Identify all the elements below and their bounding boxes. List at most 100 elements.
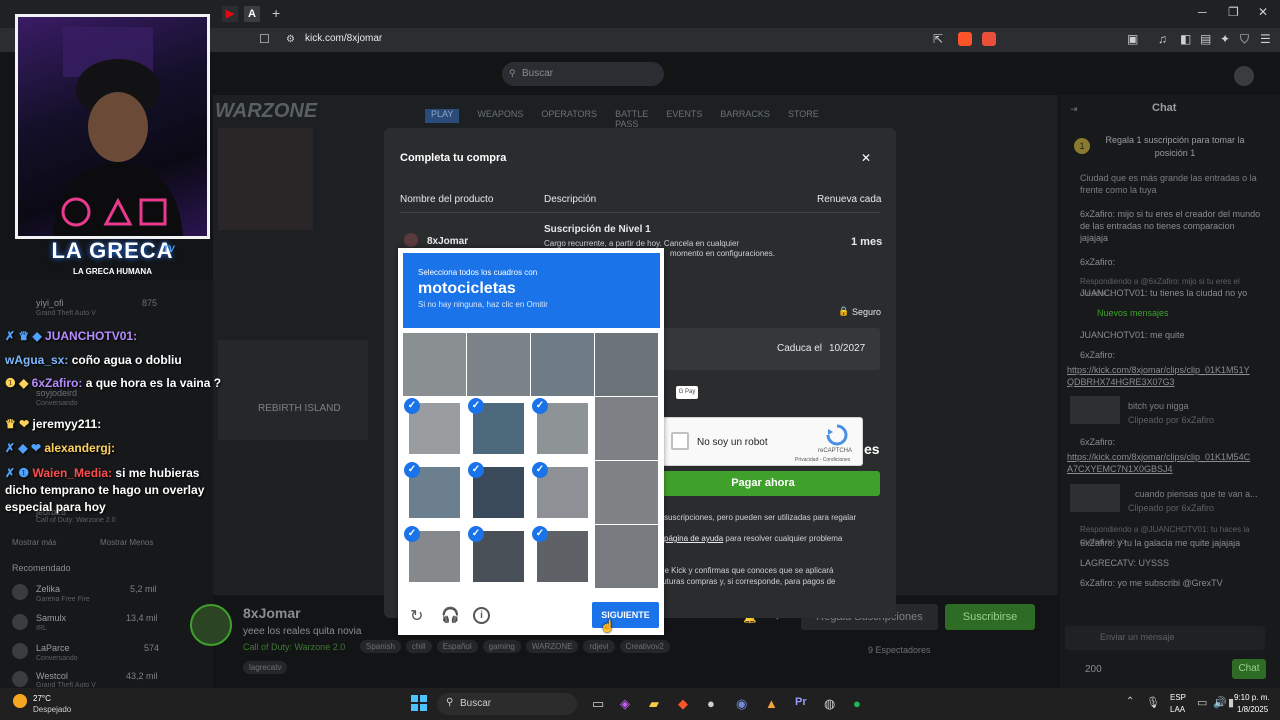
subscription-name: Suscripción de Nivel 1 xyxy=(544,224,651,235)
close-window-button[interactable]: ✕ xyxy=(1258,5,1268,19)
tray-chevron-icon[interactable]: ⌃ xyxy=(1126,696,1134,707)
stream-tag[interactable]: Creativov2 xyxy=(619,640,670,653)
windows-start-icon[interactable] xyxy=(411,695,427,711)
captcha-tile[interactable] xyxy=(595,397,658,460)
site-info-icon[interactable]: ⚙ xyxy=(286,34,295,45)
clock-date[interactable]: 1/8/2025 xyxy=(1237,705,1268,714)
file-explorer-icon[interactable]: ▰ xyxy=(649,696,659,712)
captcha-tile[interactable] xyxy=(595,525,658,588)
pay-now-button[interactable]: Pagar ahora xyxy=(646,471,880,496)
tab-favicon-active[interactable]: A xyxy=(244,6,260,22)
recaptcha-checkbox[interactable] xyxy=(671,432,689,450)
network-icon[interactable]: ▭ xyxy=(1197,696,1207,709)
stream-tag[interactable]: chill xyxy=(405,640,432,653)
minimize-button[interactable]: ─ xyxy=(1198,5,1207,19)
weather-icon[interactable] xyxy=(13,694,27,708)
streamer-avatar[interactable] xyxy=(190,604,232,646)
kick-search-input[interactable]: Buscar xyxy=(502,62,664,86)
card-expiry-value: 10/2027 xyxy=(829,343,866,354)
task-view-icon[interactable]: ▭ xyxy=(592,696,604,712)
card-expiry-label: Caduca el xyxy=(777,343,823,354)
share-icon[interactable]: ⇱ xyxy=(933,32,943,46)
github-icon[interactable]: ● xyxy=(707,696,715,711)
new-tab-button[interactable]: + xyxy=(272,5,280,21)
stream-tag[interactable]: lagrecatv xyxy=(243,661,288,674)
leo-ai-icon[interactable]: ✦ xyxy=(1220,32,1230,46)
keyboard-layout[interactable]: LAA xyxy=(1170,705,1185,714)
stream-category[interactable]: Call of Duty: Warzone 2.0 xyxy=(243,642,345,652)
avatar[interactable] xyxy=(12,643,28,659)
stream-tag[interactable]: Español xyxy=(436,640,478,653)
captcha-tile[interactable] xyxy=(595,461,658,524)
premiere-icon[interactable]: Pr xyxy=(795,696,807,708)
taskbar-search[interactable] xyxy=(437,693,577,715)
volume-icon[interactable]: 🔊 xyxy=(1213,696,1227,709)
avatar[interactable] xyxy=(12,584,28,600)
music-icon[interactable]: ♫ xyxy=(1158,32,1167,46)
google-pay-icon[interactable]: G Pay xyxy=(676,386,698,399)
reload-icon[interactable]: ↻ xyxy=(410,606,423,626)
stream-tag[interactable]: WARZONE xyxy=(525,640,579,653)
info-icon[interactable]: i xyxy=(473,607,490,624)
chat-clip-link[interactable]: https://kick.com/8xjomar/clips/clip_01K1… xyxy=(1067,451,1252,475)
recaptcha-links[interactable]: Privacidad - Condiciones xyxy=(795,457,850,463)
avatar[interactable] xyxy=(12,614,28,630)
stream-tag[interactable]: gaming xyxy=(482,640,521,653)
captcha-tile[interactable] xyxy=(403,333,466,396)
stream-tag[interactable]: rdjevi xyxy=(583,640,615,653)
weather-temp: 27°C xyxy=(33,694,51,703)
language-code[interactable]: ESP xyxy=(1170,693,1186,702)
help-page-link[interactable]: página de ayuda xyxy=(664,534,723,543)
subscribe-button[interactable]: Suscribirse xyxy=(945,604,1035,630)
chat-clip-link[interactable]: https://kick.com/8xjomar/clips/clip_01K1… xyxy=(1067,364,1252,388)
chat-send-button[interactable]: Chat xyxy=(1232,659,1266,679)
captcha-tile[interactable] xyxy=(595,333,658,396)
rec-channel-name[interactable]: Westcol xyxy=(36,671,68,681)
steam-icon[interactable]: ◍ xyxy=(824,696,835,712)
rec-channel-name[interactable]: Samulx xyxy=(36,613,66,623)
sidebar-icon[interactable]: ◧ xyxy=(1180,32,1191,46)
channel-points[interactable]: 200 xyxy=(1085,664,1102,675)
bookmark-icon[interactable]: ☐ xyxy=(259,32,270,46)
collapse-chat-icon[interactable]: ⇥ xyxy=(1070,104,1078,115)
terms-text: futuras compras y, si corresponde, para … xyxy=(660,577,836,586)
tile-selected-check-icon: ✓ xyxy=(404,462,420,478)
sidebar-channel-category: Grand Theft Auto V xyxy=(36,310,96,317)
show-more-link[interactable]: Mostrar más xyxy=(12,538,56,547)
audio-icon[interactable]: 🎧 xyxy=(441,606,460,624)
captcha-tile[interactable] xyxy=(467,333,530,396)
streamer-name[interactable]: 8xJomar xyxy=(243,605,301,621)
show-less-link[interactable]: Mostrar Menos xyxy=(100,538,153,547)
screenshot-icon[interactable]: ▣ xyxy=(1127,32,1138,46)
chat-input-placeholder: Enviar un mensaje xyxy=(1100,632,1175,642)
chat-message: 6xZafiro: y tu la galacia me quite jajaj… xyxy=(1080,538,1241,548)
copilot-icon[interactable]: ◈ xyxy=(620,696,630,712)
rec-channel-name[interactable]: LaParce xyxy=(36,643,70,653)
maximize-button[interactable]: ❐ xyxy=(1228,5,1239,19)
avatar[interactable] xyxy=(12,671,28,687)
address-input[interactable]: kick.com/8xjomar xyxy=(305,33,382,44)
user-avatar[interactable] xyxy=(1234,66,1254,86)
clip-thumbnail[interactable] xyxy=(1070,396,1120,424)
overlay-chat-line: ✗ ❶ Waien_Media: si me hubieras dicho te… xyxy=(5,466,205,514)
app-icon[interactable]: ▲ xyxy=(765,696,778,711)
chat-pinned-gift[interactable]: Regala 1 suscripción para tomar la posic… xyxy=(1100,134,1250,160)
discord-icon[interactable]: ◉ xyxy=(736,696,747,712)
rec-channel-name[interactable]: Zelika xyxy=(36,584,60,594)
product-avatar xyxy=(404,233,418,247)
captcha-tile[interactable] xyxy=(531,333,594,396)
wallet-icon[interactable]: ▤ xyxy=(1200,32,1211,46)
microphone-icon[interactable]: 🎙 xyxy=(1146,696,1160,709)
clip-thumbnail[interactable] xyxy=(1070,484,1120,512)
brave-icon[interactable]: ◆ xyxy=(678,696,688,712)
brave-shield-icon[interactable] xyxy=(958,32,972,46)
spotify-icon[interactable]: ● xyxy=(853,696,861,711)
brave-rewards-icon[interactable] xyxy=(982,32,996,46)
modal-close-button[interactable]: ✕ xyxy=(861,151,871,165)
menu-icon[interactable]: ☰ xyxy=(1260,32,1271,46)
clock-time[interactable]: 9:10 p. m. xyxy=(1234,693,1270,702)
tab-favicon-netflix[interactable]: ▶ xyxy=(222,6,238,22)
vpn-icon[interactable]: ⛉ xyxy=(1240,32,1249,47)
stream-tag[interactable]: Spanish xyxy=(360,640,401,653)
sidebar-channel-name[interactable]: yiyi_ofi xyxy=(36,298,64,308)
